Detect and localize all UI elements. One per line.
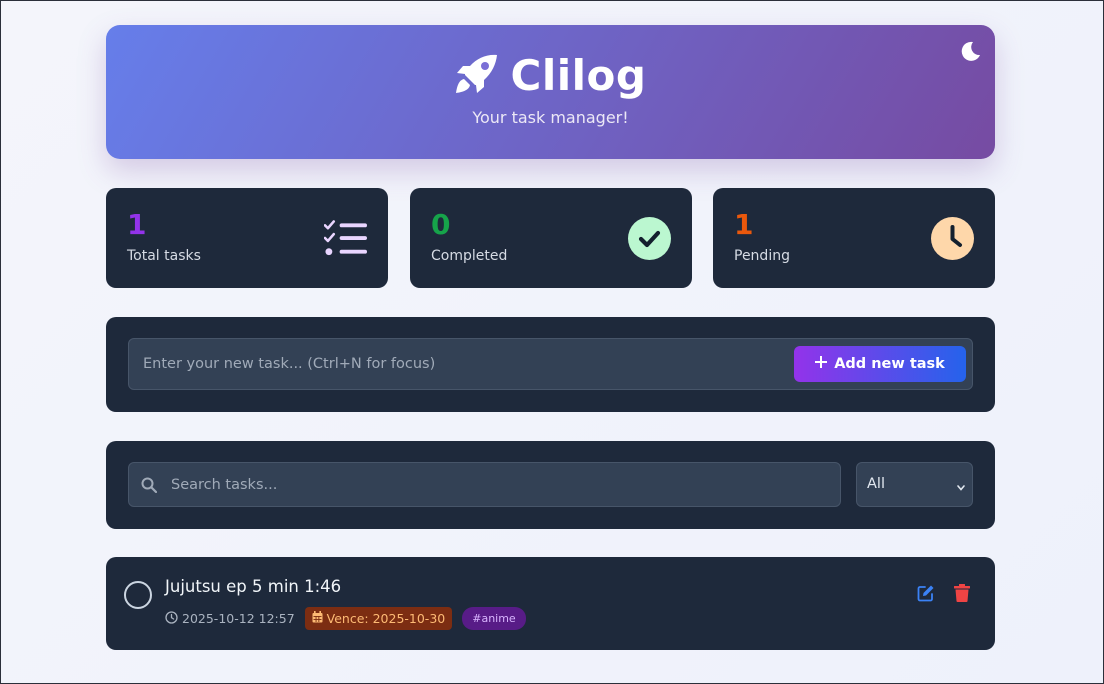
app-title: Clilog bbox=[510, 51, 647, 100]
task-item: Jujutsu ep 5 min 1:46 2025-10-12 12:57 V… bbox=[106, 557, 995, 650]
edit-icon bbox=[917, 584, 935, 606]
search-panel: All bbox=[106, 441, 995, 529]
add-task-field: Add new task bbox=[128, 338, 973, 390]
search-input[interactable] bbox=[171, 463, 831, 506]
edit-task-button[interactable] bbox=[917, 584, 935, 606]
app-header: Clilog Your task manager! bbox=[106, 25, 995, 159]
list-check-icon bbox=[324, 217, 367, 260]
calendar-icon bbox=[312, 611, 323, 626]
stat-total-label: Total tasks bbox=[127, 248, 201, 264]
due-date-badge: Vence: 2025-10-30 bbox=[304, 607, 453, 630]
new-task-input[interactable] bbox=[129, 339, 789, 389]
stat-card-completed: 0 Completed bbox=[410, 188, 692, 288]
stat-card-pending: 1 Pending bbox=[713, 188, 995, 288]
task-complete-checkbox[interactable] bbox=[124, 581, 152, 609]
filter-selected-value: All bbox=[867, 476, 885, 492]
app-container: Clilog Your task manager! 1 Total tasks bbox=[106, 25, 995, 650]
stat-completed-value: 0 bbox=[431, 208, 451, 241]
stat-total-value: 1 bbox=[127, 208, 147, 241]
task-created-date: 2025-10-12 12:57 bbox=[165, 610, 295, 627]
add-task-button[interactable]: Add new task bbox=[794, 346, 966, 382]
status-filter-select[interactable]: All bbox=[856, 462, 973, 507]
rocket-icon bbox=[455, 53, 499, 99]
task-meta: 2025-10-12 12:57 Vence: 2025-10-30 #anim… bbox=[165, 607, 526, 630]
app-subtitle: Your task manager! bbox=[472, 108, 629, 127]
stat-card-total: 1 Total tasks bbox=[106, 188, 388, 288]
delete-task-button[interactable] bbox=[953, 584, 971, 606]
trash-icon bbox=[954, 584, 970, 606]
clock-icon bbox=[931, 217, 974, 260]
title-row: Clilog bbox=[106, 51, 995, 101]
chevron-down-icon bbox=[956, 480, 966, 496]
search-icon bbox=[141, 477, 158, 494]
search-field bbox=[128, 462, 841, 507]
check-circle-icon bbox=[628, 217, 671, 260]
theme-toggle-button[interactable] bbox=[959, 41, 983, 65]
stats-row: 1 Total tasks 0 Completed 1 Pending bbox=[106, 188, 995, 288]
due-date-text: Vence: 2025-10-30 bbox=[326, 611, 446, 626]
moon-icon bbox=[961, 41, 981, 65]
clock-icon bbox=[165, 610, 178, 627]
task-created-text: 2025-10-12 12:57 bbox=[182, 611, 295, 626]
tag-badge[interactable]: #anime bbox=[462, 607, 526, 630]
task-title: Jujutsu ep 5 min 1:46 bbox=[165, 577, 342, 596]
plus-icon bbox=[815, 356, 828, 372]
stat-pending-label: Pending bbox=[734, 248, 790, 264]
add-task-panel: Add new task bbox=[106, 317, 995, 412]
stat-pending-value: 1 bbox=[734, 208, 754, 241]
stat-completed-label: Completed bbox=[431, 248, 508, 264]
add-task-button-label: Add new task bbox=[834, 356, 945, 372]
